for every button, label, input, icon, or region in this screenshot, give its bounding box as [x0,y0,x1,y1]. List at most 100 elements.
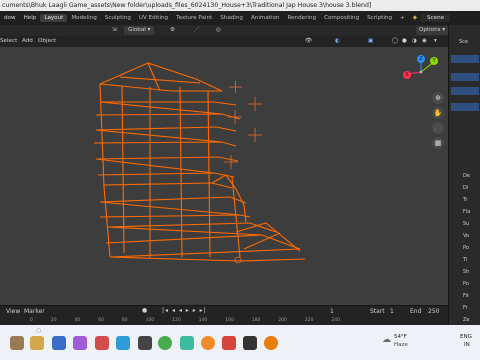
pan-view-icon[interactable]: ✋ [432,107,444,119]
taskbar: ◌ ☁ 54°F Haze ENG IN [0,325,480,360]
panel-item-ti[interactable]: Ti [463,257,467,263]
house-wireframe-lines [93,62,306,262]
panel-item-ze[interactable]: Ze [463,317,470,323]
shading-material-icon[interactable]: ◑ [412,36,417,47]
weather-icon[interactable]: ☁ [382,335,391,345]
outliner-selected-row[interactable] [451,87,479,95]
weather-temp: 54°F [394,334,407,340]
menu-help[interactable]: Help [20,15,41,21]
outliner-selected-row[interactable] [451,73,479,81]
playback-controls[interactable]: |◂ ◂ ◂ ▸ ▸ ▸| [162,307,207,314]
app-icon-e[interactable] [116,336,130,350]
blender-icon[interactable] [264,336,278,350]
gizmo-axis-y[interactable]: Y [430,57,438,65]
scene-icon: ◆ [412,15,417,21]
tab-animation[interactable]: Animation [247,14,284,22]
language-indicator-bottom[interactable]: IN [464,342,470,348]
menu-window[interactable]: dow [0,15,20,21]
app-icon-a[interactable] [30,336,44,350]
outliner-selected-row[interactable] [451,55,479,63]
app-icon-h[interactable] [222,336,236,350]
3d-viewport[interactable]: Y Z X ⊕ ✋ 🎥 ▦ [0,47,448,305]
panel-item-po2[interactable]: Po [463,281,469,287]
timeline-menu-marker[interactable]: Marker [24,308,45,315]
tab-sculpting[interactable]: Sculpting [101,14,135,22]
visibility-icon[interactable]: 👁 [305,36,312,47]
ruler-tick: 160 [225,318,234,323]
panel-item-sh[interactable]: Sh [463,269,469,275]
outliner-selected-row[interactable] [451,103,479,111]
record-button[interactable]: ● [142,307,147,314]
camera-view-icon[interactable]: 🎥 [432,122,444,134]
start-button-icon[interactable] [10,336,24,350]
frame-ruler[interactable]: 0 20 40 60 80 100 120 140 160 180 200 22… [30,318,340,325]
orientation-dropdown[interactable]: Global ▾ [124,26,155,35]
app-icon-d[interactable] [95,336,109,350]
panel-item-di[interactable]: Di [463,185,468,191]
shading-wireframe-icon[interactable]: ◯ [392,36,398,47]
zoom-view-icon[interactable]: ⊕ [432,92,444,104]
shading-rendered-icon[interactable]: ◉ [422,36,427,47]
options-dropdown[interactable]: Options ▾ [416,26,449,35]
gizmo-axis-z[interactable]: Z [417,55,425,63]
add-workspace-button[interactable]: + [396,14,409,22]
app-icon-c[interactable] [73,336,87,350]
navigation-gizmo[interactable]: Y Z X [400,55,442,92]
panel-item-po[interactable]: Po [463,245,469,251]
tab-layout[interactable]: Layout [40,14,68,22]
panel-item-tr[interactable]: Tr [463,197,467,203]
tab-shading[interactable]: Shading [216,14,247,22]
snap-icon[interactable]: ⋰ [194,25,200,36]
timeline-panel[interactable]: View Marker ● |◂ ◂ ◂ ▸ ▸ ▸| 1 Start 1 En… [0,305,448,325]
panel-item-fla[interactable]: Fla [463,209,470,215]
ruler-tick: 240 [331,318,340,323]
app-icon-i[interactable] [243,336,257,350]
xray-icon[interactable]: ▣ [368,36,373,47]
app-icon-b[interactable] [52,336,66,350]
viewport-overlays-icon[interactable]: ◐ [335,36,340,47]
3d-cursor-icon [234,256,242,264]
shading-options-icon[interactable]: ▾ [434,36,437,47]
ruler-tick: 0 [30,318,33,323]
pivot-icon[interactable]: ⚙ [170,25,175,36]
window-title-bar: cuments\Bhuk Laagli Game_assets\New fold… [0,0,480,11]
tab-uv-editing[interactable]: UV Editing [135,14,172,22]
house-wireframe [93,62,306,264]
perspective-toggle-icon[interactable]: ▦ [432,137,444,149]
panel-item-su[interactable]: Su [463,221,469,227]
tab-texture-paint[interactable]: Texture Paint [172,14,216,22]
tab-scripting[interactable]: Scripting [363,14,396,22]
shading-solid-icon[interactable]: ● [402,36,407,47]
tab-compositing[interactable]: Compositing [320,14,363,22]
panel-item-de[interactable]: De [463,173,470,179]
start-frame-field[interactable]: 1 [390,308,394,315]
panel-item-fr[interactable]: Fr [463,305,468,311]
gizmo-axis-x[interactable]: X [403,71,411,79]
current-frame-field[interactable]: 1 [330,308,334,315]
transform-icon[interactable]: ⇲ [112,25,117,36]
panel-item-vo[interactable]: Vo [463,233,469,239]
chrome-icon[interactable] [158,336,172,350]
proportional-edit-icon[interactable]: ◎ [216,25,221,36]
tab-rendering[interactable]: Rendering [283,14,320,22]
menu-add[interactable]: Add [22,36,33,47]
tab-modeling[interactable]: Modeling [67,14,100,22]
properties-panel[interactable]: Sce De Di Tr Fla Su Vo Po Ti Sh Po Fir F… [448,25,480,325]
weather-text: Haze [394,342,408,348]
menu-object[interactable]: Object [38,36,56,47]
ruler-tick: 20 [50,318,57,323]
timeline-menu-view[interactable]: View [6,308,20,315]
end-frame-field[interactable]: 250 [428,308,439,315]
panel-item-scene[interactable]: Sce [459,39,468,45]
scene-selector[interactable]: Scene [421,14,451,22]
language-indicator-top[interactable]: ENG [460,334,472,340]
panel-item-fir[interactable]: Fir [463,293,469,299]
firefox-icon[interactable] [201,336,215,350]
end-label: End [410,308,422,315]
app-icon-f[interactable] [138,336,152,350]
light-markers [224,81,262,169]
app-icon-g[interactable] [180,336,194,350]
menu-select[interactable]: Select [0,36,17,47]
viewport-tool-header: ⇲ Global ▾ ⚙ ⋰ ◎ Options ▾ [0,25,449,36]
ruler-tick: 100 [145,318,155,323]
